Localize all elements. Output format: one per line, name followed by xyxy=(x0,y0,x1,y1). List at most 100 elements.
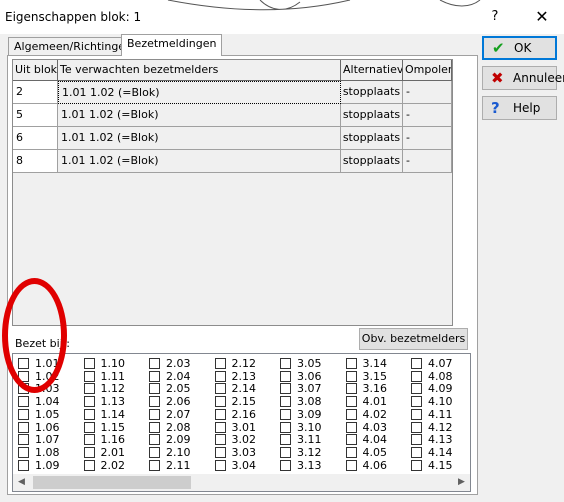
bezetmelder-checkbox[interactable]: 2.07 xyxy=(149,408,191,421)
bezetmelder-checkbox[interactable]: 1.09 xyxy=(18,459,60,472)
bezetmelder-checkbox[interactable]: 1.13 xyxy=(83,396,125,408)
checkbox-box[interactable] xyxy=(214,358,226,369)
checkbox-box[interactable] xyxy=(214,383,226,395)
bezetmelder-checkbox[interactable]: 4.13 xyxy=(411,434,453,446)
bezetmelder-checkbox[interactable]: 3.01 xyxy=(214,421,256,434)
checkbox-box[interactable] xyxy=(214,396,226,408)
bezetmelder-checkbox[interactable]: 3.02 xyxy=(214,434,256,446)
checkbox-box[interactable] xyxy=(345,434,357,446)
checkbox-box[interactable] xyxy=(83,370,95,382)
checkbox-box[interactable] xyxy=(149,459,160,471)
bezetmelder-checkbox[interactable]: 2.13 xyxy=(214,370,256,383)
bezetmelder-checkbox[interactable]: 1.02 xyxy=(18,370,60,383)
checkbox-box[interactable] xyxy=(345,396,357,408)
bezetmelder-checkbox[interactable]: 3.09 xyxy=(280,408,322,421)
help-button[interactable]: ? Help xyxy=(482,96,557,120)
bezetmelders-checklist[interactable]: 4.15 4.14 4.13 4.12 4.11 4.10 4.09 4.08 4.07 4.06… xyxy=(12,353,471,492)
tab-bezetmeldingen[interactable]: Bezetmeldingen xyxy=(121,34,223,56)
scroll-right-icon[interactable]: ▶ xyxy=(453,474,470,491)
checkbox-box[interactable] xyxy=(149,396,160,408)
checkbox-box[interactable] xyxy=(214,370,226,382)
bezetmelder-checkbox[interactable]: 4.05 xyxy=(345,446,387,459)
bezetmelder-checkbox[interactable]: 2.01 xyxy=(83,446,125,459)
bezetmelder-checkbox[interactable]: 3.11 xyxy=(280,434,322,446)
bezetmelder-checkbox[interactable]: 1.05 xyxy=(18,408,60,421)
bezetmelder-checkbox[interactable]: 2.10 xyxy=(149,446,191,459)
checkbox-box[interactable] xyxy=(411,370,422,382)
checkbox-box[interactable] xyxy=(345,383,357,395)
checkbox-box[interactable] xyxy=(345,459,357,471)
table-row-cell-bezetmelders[interactable]: 1.01 1.02 (=Blok) xyxy=(58,104,341,127)
bezetmelder-checkbox[interactable]: 1.04 xyxy=(18,396,60,408)
ok-button[interactable]: ✔ OK xyxy=(482,36,557,60)
bezetmelder-checkbox[interactable]: 4.15 xyxy=(411,459,453,472)
table-row-cell-bezetmelders[interactable]: 1.01 1.02 (=Blok) xyxy=(58,81,341,104)
checkbox-box[interactable] xyxy=(18,383,29,395)
scrollbar-thumb[interactable] xyxy=(33,476,191,489)
bezetmelder-checkbox[interactable]: 3.12 xyxy=(280,446,322,459)
checkbox-box[interactable] xyxy=(214,446,226,458)
checkbox-box[interactable] xyxy=(214,421,226,433)
bezetmelder-checkbox[interactable]: 4.06 xyxy=(345,459,387,472)
bezetmelder-checkbox[interactable]: 1.11 xyxy=(83,370,125,383)
checkbox-box[interactable] xyxy=(411,396,422,408)
bezetmelder-checkbox[interactable]: 1.12 xyxy=(83,383,125,395)
bezetmelder-checkbox[interactable]: 2.15 xyxy=(214,396,256,408)
bezetmelder-checkbox[interactable]: 1.07 xyxy=(18,434,60,446)
checkbox-box[interactable] xyxy=(411,358,422,369)
checkbox-box[interactable] xyxy=(83,396,95,408)
checkbox-box[interactable] xyxy=(18,370,29,382)
table-row-cell-alternatieve[interactable]: stopplaats xyxy=(341,150,403,173)
checkbox-box[interactable] xyxy=(83,383,95,395)
bezetmelder-checkbox[interactable]: 4.12 xyxy=(411,421,453,434)
bezetmelder-checkbox[interactable]: 3.04 xyxy=(214,459,256,472)
checkbox-box[interactable] xyxy=(411,434,422,446)
checkbox-box[interactable] xyxy=(411,408,422,420)
bezetmelder-checkbox[interactable]: 4.04 xyxy=(345,434,387,446)
bezetmelder-checkbox[interactable]: 3.07 xyxy=(280,383,322,395)
checkbox-box[interactable] xyxy=(214,459,226,471)
bezetmelder-checkbox[interactable]: 1.03 xyxy=(18,383,60,395)
bezetmelder-checkbox[interactable]: 2.05 xyxy=(149,383,191,395)
checkbox-box[interactable] xyxy=(18,358,29,369)
horizontal-scrollbar[interactable]: ◀ ▶ xyxy=(13,474,470,491)
checkbox-box[interactable] xyxy=(149,434,160,446)
checkbox-box[interactable] xyxy=(83,358,95,369)
table-row-cell-uit-blok[interactable]: 6 xyxy=(13,127,58,150)
checkbox-box[interactable] xyxy=(18,421,29,433)
checkbox-box[interactable] xyxy=(18,459,29,471)
bezetmelder-checkbox[interactable]: 3.10 xyxy=(280,421,322,434)
checkbox-box[interactable] xyxy=(411,459,422,471)
checkbox-box[interactable] xyxy=(83,459,95,471)
checkbox-box[interactable] xyxy=(345,358,357,369)
checkbox-box[interactable] xyxy=(83,434,95,446)
checkbox-box[interactable] xyxy=(411,421,422,433)
checkbox-box[interactable] xyxy=(411,383,422,395)
bezetmelder-checkbox[interactable]: 2.03 xyxy=(149,358,191,370)
bezetmelder-checkbox[interactable]: 2.08 xyxy=(149,421,191,434)
bezetmelder-checkbox[interactable]: 4.10 xyxy=(411,396,453,408)
bezetmelder-checkbox[interactable]: 3.03 xyxy=(214,446,256,459)
checkbox-box[interactable] xyxy=(214,434,226,446)
bezetmelder-checkbox[interactable]: 3.13 xyxy=(280,459,322,472)
bezetmelder-checkbox[interactable]: 1.01 xyxy=(18,358,60,370)
bezetmelder-checkbox[interactable]: 2.09 xyxy=(149,434,191,446)
header-ompolen[interactable]: Ompolen xyxy=(403,60,452,81)
bezetmelder-checkbox[interactable]: 3.16 xyxy=(345,383,387,395)
header-bezetmelders[interactable]: Te verwachten bezetmelders xyxy=(58,60,341,81)
table-row-cell-uit-blok[interactable]: 2 xyxy=(13,81,58,104)
checkbox-box[interactable] xyxy=(280,446,291,458)
checkbox-box[interactable] xyxy=(149,358,160,369)
bezetmelder-checkbox[interactable]: 4.11 xyxy=(411,408,453,421)
checkbox-box[interactable] xyxy=(280,408,291,420)
checkbox-box[interactable] xyxy=(149,370,160,382)
cancel-button[interactable]: ✖ Annuleer xyxy=(482,66,564,90)
bezetmelder-checkbox[interactable]: 2.11 xyxy=(149,459,191,472)
table-row-cell-ompolen[interactable]: - xyxy=(403,81,452,104)
checkbox-box[interactable] xyxy=(280,421,291,433)
header-uit-blok[interactable]: Uit blok xyxy=(13,60,58,81)
bezetmelder-checkbox[interactable]: 4.14 xyxy=(411,446,453,459)
checkbox-box[interactable] xyxy=(345,408,357,420)
table-row-cell-alternatieve[interactable]: stopplaats xyxy=(341,81,403,104)
scroll-left-icon[interactable]: ◀ xyxy=(13,474,30,491)
